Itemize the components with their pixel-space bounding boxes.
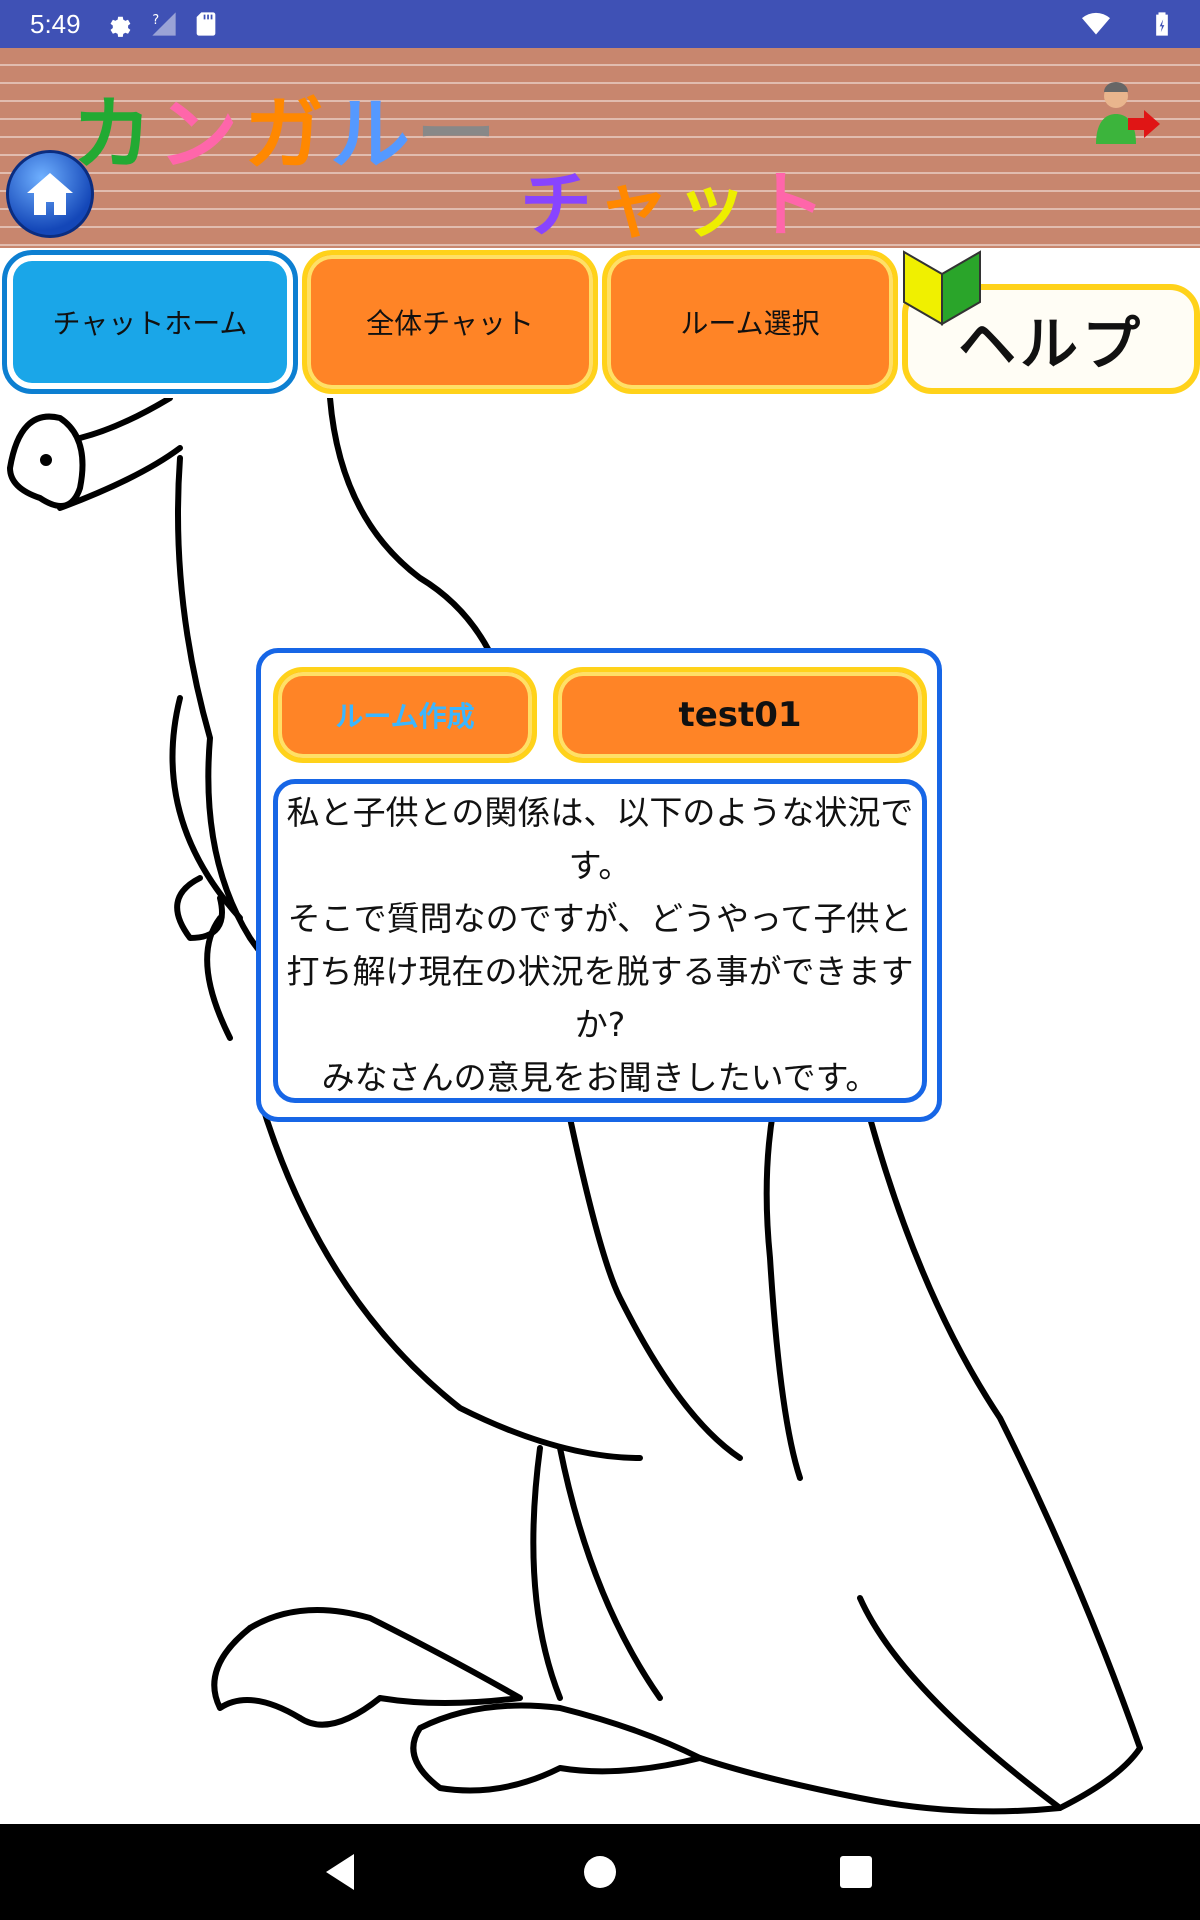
battery-icon [1156, 12, 1168, 36]
sd-card-icon [196, 12, 216, 36]
navigation-bar [0, 1824, 1200, 1920]
room-name-button[interactable]: test01 [553, 667, 927, 763]
home-button[interactable] [6, 150, 94, 238]
room-name-label: test01 [678, 695, 802, 735]
main-tabs: チャットホーム 全体チャット ルーム選択 ヘルプ [0, 248, 1200, 398]
status-time: 5:49 [30, 9, 81, 39]
home-icon [27, 173, 73, 215]
tab-chat-home[interactable]: チャットホーム [2, 250, 298, 394]
home-circle-icon[interactable] [576, 1848, 624, 1896]
logout-icon [1096, 82, 1160, 144]
app-banner: カンガルー チャット [0, 48, 1200, 248]
tab-chat-home-label: チャットホーム [52, 307, 248, 340]
room-description: 私と子供との関係は、以下のような状況です。 そこで質問なのですが、どうやって子供… [273, 779, 927, 1103]
tab-all-chat-label: 全体チャット [366, 307, 534, 340]
room-dialog: ルーム作成 test01 私と子供との関係は、以下のような状況です。 そこで質問… [256, 648, 942, 1122]
tab-all-chat[interactable]: 全体チャット [302, 250, 598, 394]
create-room-label: ルーム作成 [335, 700, 475, 733]
recents-icon[interactable] [832, 1848, 880, 1896]
app-title-line-1: カンガルー [72, 88, 502, 181]
tab-room-select[interactable]: ルーム選択 [602, 250, 898, 394]
logout-button[interactable] [1090, 78, 1162, 150]
help-label: ヘルプ [957, 310, 1144, 378]
wifi-icon [1082, 12, 1110, 35]
tab-room-select-label: ルーム選択 [680, 307, 820, 340]
svg-text:?: ? [152, 13, 159, 28]
create-room-button[interactable]: ルーム作成 [273, 667, 537, 763]
back-icon[interactable] [318, 1848, 366, 1896]
beginner-mark-icon [903, 250, 981, 326]
no-signal-icon: ? [152, 12, 176, 36]
app-title-line-2: チャット [520, 163, 832, 247]
gear-icon [110, 16, 131, 37]
status-bar: 5:49 ? [0, 0, 1200, 48]
